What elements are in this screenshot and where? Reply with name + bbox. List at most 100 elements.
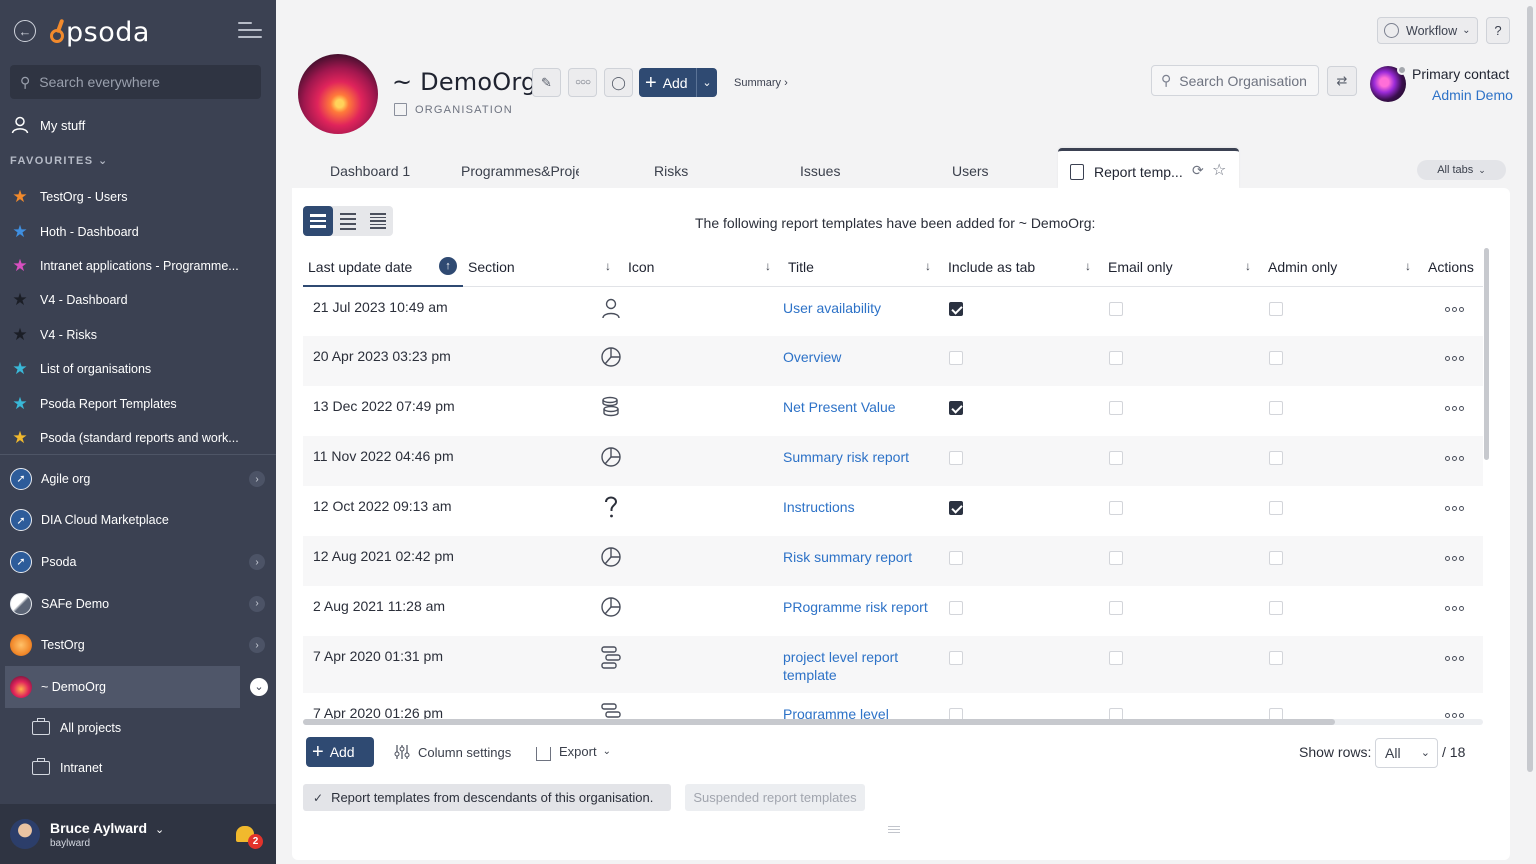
global-search-input[interactable] bbox=[39, 74, 240, 90]
admin-only-checkbox[interactable] bbox=[1269, 501, 1283, 515]
actions-ellipsis-icon[interactable] bbox=[1445, 356, 1483, 361]
include-as-tab-checkbox[interactable] bbox=[949, 401, 963, 415]
current-user[interactable]: Bruce Aylward ⌄ baylward 2 bbox=[0, 804, 276, 864]
tab-issues[interactable]: Issues bbox=[800, 163, 840, 179]
resize-grip-icon[interactable] bbox=[888, 826, 900, 835]
horizontal-scrollbar[interactable] bbox=[303, 719, 1335, 725]
table-row[interactable]: 7 Apr 2020 01:31 pm project level report … bbox=[303, 636, 1483, 693]
column-header-section[interactable]: Section ↓ bbox=[463, 248, 623, 287]
favourites-header[interactable]: FAVOURITES ⌄ bbox=[10, 154, 109, 167]
suspended-toggle[interactable]: Suspended report templates bbox=[685, 784, 865, 811]
table-row[interactable]: 12 Oct 2022 09:13 am Instructions bbox=[303, 486, 1483, 536]
summary-breadcrumb[interactable]: Summary › bbox=[734, 77, 788, 89]
collapse-sidebar-icon[interactable] bbox=[238, 22, 262, 40]
email-only-checkbox[interactable] bbox=[1109, 301, 1123, 316]
chevron-right-icon[interactable]: › bbox=[249, 637, 265, 654]
help-button[interactable]: ? bbox=[1486, 17, 1510, 44]
favourite-item[interactable]: ★ TestOrg - Users bbox=[10, 180, 270, 214]
actions-ellipsis-icon[interactable] bbox=[1445, 456, 1483, 461]
favourite-item[interactable]: ★ V4 - Dashboard bbox=[10, 283, 270, 317]
table-row[interactable]: 13 Dec 2022 07:49 pm Net Present Value bbox=[303, 386, 1483, 436]
actions-ellipsis-icon[interactable] bbox=[1445, 306, 1483, 312]
include-as-tab-checkbox[interactable] bbox=[949, 351, 963, 365]
actions-ellipsis-icon[interactable] bbox=[1445, 656, 1483, 661]
edit-button[interactable]: ✎ bbox=[532, 68, 561, 97]
favourite-item[interactable]: ★ Psoda (standard reports and work... bbox=[10, 421, 270, 455]
sub-item-all-projects[interactable]: All projects bbox=[0, 708, 276, 748]
report-template-link[interactable]: User availability bbox=[783, 300, 881, 316]
sub-item-intranet[interactable]: Intranet bbox=[0, 748, 276, 788]
org-item-safe-demo[interactable]: SAFe Demo › bbox=[0, 583, 276, 625]
table-row[interactable]: 7 Apr 2020 01:26 pm Programme level bbox=[303, 693, 1483, 722]
org-avatar[interactable] bbox=[298, 54, 378, 134]
org-item-psoda[interactable]: ➚ Psoda › bbox=[0, 541, 276, 583]
all-tabs-dropdown[interactable]: All tabs ⌄ bbox=[1417, 160, 1506, 180]
export-button[interactable]: Export ⌄ bbox=[536, 744, 611, 761]
table-row[interactable]: 12 Aug 2021 02:42 pm Risk summary report bbox=[303, 536, 1483, 586]
table-row[interactable]: 20 Apr 2023 03:23 pm Overview bbox=[303, 336, 1483, 386]
org-search[interactable]: ⚲ bbox=[1151, 65, 1319, 96]
include-as-tab-checkbox[interactable] bbox=[949, 301, 963, 316]
my-stuff-link[interactable]: My stuff bbox=[10, 114, 85, 136]
back-icon[interactable]: ← bbox=[14, 20, 36, 42]
add-button[interactable]: + Add ⌄ bbox=[639, 68, 717, 97]
refresh-icon[interactable]: ⟳ bbox=[1192, 162, 1204, 179]
admin-only-checkbox[interactable] bbox=[1269, 601, 1283, 615]
more-button[interactable]: ○○○ bbox=[568, 68, 597, 97]
include-as-tab-checkbox[interactable] bbox=[949, 651, 963, 665]
primary-contact-link[interactable]: Admin Demo bbox=[1432, 87, 1513, 103]
org-item-agile-org[interactable]: ➚ Agile org › bbox=[0, 458, 276, 500]
email-only-checkbox[interactable] bbox=[1109, 651, 1123, 665]
email-only-checkbox[interactable] bbox=[1109, 501, 1123, 515]
admin-only-checkbox[interactable] bbox=[1269, 451, 1283, 465]
chevron-down-icon[interactable]: ⌄ bbox=[250, 677, 268, 696]
tag-button[interactable]: ◯ bbox=[604, 68, 633, 97]
actions-ellipsis-icon[interactable] bbox=[1445, 406, 1483, 411]
admin-only-checkbox[interactable] bbox=[1269, 301, 1283, 316]
workflow-button[interactable]: Workflow ⌄ bbox=[1377, 17, 1478, 44]
column-header-admin-only[interactable]: Admin only ↓ bbox=[1263, 248, 1423, 287]
show-rows-select[interactable]: All ⌄ bbox=[1375, 738, 1438, 768]
tab-risks[interactable]: Risks bbox=[654, 163, 688, 179]
actions-ellipsis-icon[interactable] bbox=[1445, 556, 1483, 561]
page-scrollbar[interactable] bbox=[1527, 6, 1533, 772]
tab-dashboard[interactable]: Dashboard 1 bbox=[330, 163, 410, 179]
psoda-logo[interactable]: psoda bbox=[50, 14, 150, 50]
admin-only-checkbox[interactable] bbox=[1269, 401, 1283, 415]
chevron-right-icon[interactable]: › bbox=[249, 595, 265, 612]
chevron-right-icon[interactable]: › bbox=[249, 471, 265, 487]
star-outline-icon[interactable]: ☆ bbox=[1212, 160, 1226, 180]
include-as-tab-checkbox[interactable] bbox=[949, 451, 963, 465]
column-header-title[interactable]: Title ↓ bbox=[783, 248, 943, 287]
add-report-template-button[interactable]: + Add bbox=[306, 737, 374, 767]
report-template-link[interactable]: Risk summary report bbox=[783, 549, 912, 565]
actions-ellipsis-icon[interactable] bbox=[1445, 606, 1483, 611]
favourite-item[interactable]: ★ Intranet applications - Programme... bbox=[10, 249, 270, 283]
actions-ellipsis-icon[interactable] bbox=[1445, 506, 1483, 511]
favourite-item[interactable]: ★ V4 - Risks bbox=[10, 318, 270, 352]
favourite-item[interactable]: ★ List of organisations bbox=[10, 352, 270, 386]
column-settings-button[interactable]: Column settings bbox=[394, 744, 511, 760]
view-dense-button[interactable] bbox=[333, 206, 363, 236]
favourite-item[interactable]: ★ Psoda Report Templates bbox=[10, 386, 270, 420]
include-as-tab-checkbox[interactable] bbox=[949, 501, 963, 515]
vertical-scrollbar[interactable] bbox=[1484, 248, 1489, 460]
email-only-checkbox[interactable] bbox=[1109, 551, 1123, 565]
actions-ellipsis-icon[interactable] bbox=[1445, 713, 1483, 718]
email-only-checkbox[interactable] bbox=[1109, 601, 1123, 615]
include-as-tab-checkbox[interactable] bbox=[949, 551, 963, 565]
relationship-button[interactable]: ⇄ bbox=[1327, 66, 1357, 96]
tab-report-templates[interactable]: Report temp... ⟳ ☆ bbox=[1058, 148, 1239, 188]
report-template-link[interactable]: Net Present Value bbox=[783, 399, 896, 415]
org-item-demoorg[interactable]: ~ DemoOrg ⌄ bbox=[5, 665, 268, 708]
admin-only-checkbox[interactable] bbox=[1269, 651, 1283, 665]
org-item-testorg[interactable]: TestOrg › bbox=[0, 624, 276, 666]
chevron-right-icon[interactable]: › bbox=[249, 554, 265, 571]
primary-contact-avatar[interactable] bbox=[1370, 65, 1407, 102]
favourite-item[interactable]: ★ Hoth - Dashboard bbox=[10, 214, 270, 248]
admin-only-checkbox[interactable] bbox=[1269, 351, 1283, 365]
report-template-link[interactable]: PRogramme risk report bbox=[783, 599, 928, 615]
chevron-down-icon[interactable]: ⌄ bbox=[696, 68, 717, 97]
global-search[interactable]: ⚲ bbox=[10, 65, 261, 99]
email-only-checkbox[interactable] bbox=[1109, 351, 1123, 365]
